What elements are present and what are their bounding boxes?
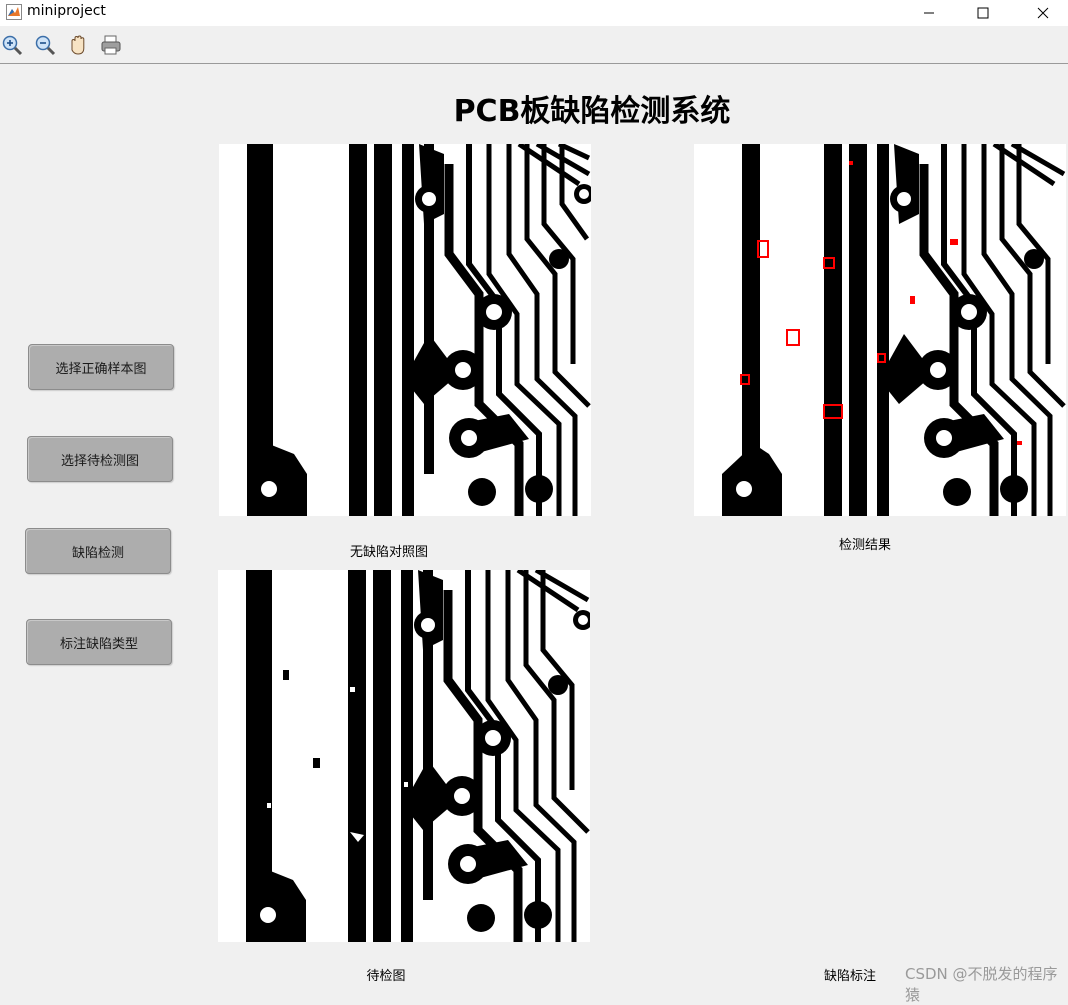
zoom-out-icon[interactable] — [33, 33, 57, 57]
test-pcb-image — [246, 570, 590, 942]
csdn-watermark: CSDN @不脱发的程序猿 — [905, 965, 1058, 1004]
select-test-button[interactable]: 选择待检测图 — [27, 436, 173, 482]
result-pcb-image — [722, 144, 1066, 516]
page-title: PCB板缺陷检测系统 — [453, 94, 731, 129]
matlab-app-icon — [6, 4, 22, 20]
minimize-icon — [924, 12, 934, 14]
reference-pcb-image — [247, 144, 591, 516]
reference-caption: 无缺陷对照图 — [349, 545, 428, 560]
maximize-button[interactable] — [960, 0, 1006, 26]
maximize-icon — [977, 7, 989, 19]
detect-defects-button[interactable]: 缺陷检测 — [25, 528, 171, 574]
test-image-panel — [218, 570, 590, 942]
reference-image-panel — [219, 144, 591, 516]
annotation-caption: 缺陷标注 — [823, 969, 876, 984]
window-title: miniproject — [27, 3, 106, 19]
print-icon[interactable] — [99, 33, 123, 57]
select-reference-button[interactable]: 选择正确样本图 — [28, 344, 174, 390]
close-button[interactable] — [1020, 0, 1066, 26]
window-titlebar: miniproject — [0, 0, 1068, 26]
result-caption: 检测结果 — [838, 538, 891, 553]
test-caption: 待检图 — [366, 969, 406, 984]
pan-hand-icon[interactable] — [66, 33, 90, 57]
result-image-panel — [694, 144, 1066, 516]
close-icon — [1037, 7, 1049, 19]
label-defect-types-button[interactable]: 标注缺陷类型 — [26, 619, 172, 665]
figure-toolbar — [0, 26, 1068, 64]
zoom-in-icon[interactable] — [0, 33, 24, 57]
minimize-button[interactable] — [906, 0, 952, 26]
